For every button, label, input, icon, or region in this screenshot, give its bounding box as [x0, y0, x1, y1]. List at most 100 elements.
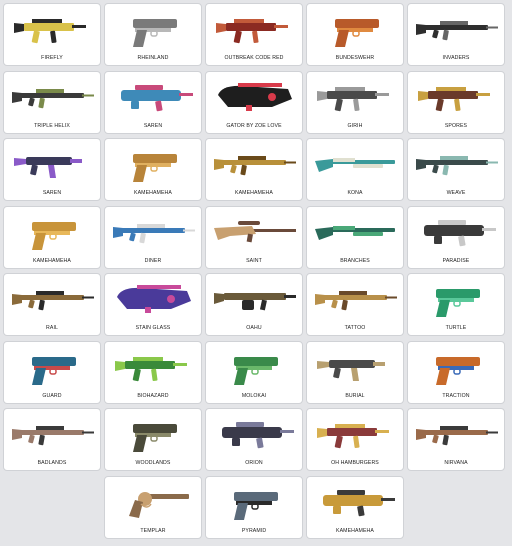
weapon-skin-name: BUNDESWEHR: [335, 55, 375, 61]
weapon-skin-name: PARADISE: [442, 257, 470, 264]
weapon-image: [218, 82, 292, 111]
weapon-skin-name: OUTBREAK CODE RED: [224, 55, 284, 61]
weapon-image: [133, 19, 177, 47]
weapon-skin-name: RHEINLAND: [137, 55, 169, 61]
weapon-skin-card[interactable]: KAMEHAMEHA: [306, 475, 404, 539]
weapon-skin-card[interactable]: SAINT: [205, 205, 303, 269]
weapon-skin-card[interactable]: KONA: [306, 138, 404, 201]
weapon-skin-card[interactable]: RHEINLAND: [104, 3, 202, 66]
weapon-image: [32, 221, 76, 250]
weapon-image: [436, 289, 480, 317]
weapon-skin-name: STAIN GLASS: [135, 325, 171, 331]
weapon-skin-card[interactable]: NIRVANA: [407, 408, 505, 471]
weapon-image: [14, 157, 82, 178]
weapon-skin-name: INVADERS: [442, 55, 470, 61]
weapon-skin-card[interactable]: TATTOO: [306, 273, 404, 336]
weapon-image: [121, 84, 193, 111]
weapon-skin-name: ORION: [245, 460, 263, 466]
weapon-skin-name: WEAVE: [446, 190, 466, 196]
weapon-skin-card[interactable]: RAIL: [3, 273, 101, 336]
weapon-skin-card[interactable]: TURTLE: [407, 273, 505, 336]
weapon-skin-card[interactable]: GIRIH: [306, 70, 404, 134]
weapon-skin-name: BIOHAZARD: [137, 392, 169, 399]
weapon-image: [424, 219, 496, 246]
weapon-skin-name: KONA: [347, 190, 363, 196]
weapon-skin-card[interactable]: STAIN GLASS: [104, 273, 202, 336]
weapon-image: [12, 88, 94, 108]
weapon-skin-name: TEMPLAR: [140, 527, 166, 534]
weapon-skin-card[interactable]: KAMEHAMEHA: [205, 138, 303, 201]
weapon-image: [12, 291, 94, 311]
weapon-skin-card[interactable]: DINER: [104, 205, 202, 269]
weapon-skin-name: GUARD: [42, 392, 62, 399]
weapon-skin-card[interactable]: FIREFLY: [3, 3, 101, 66]
weapon-image: [133, 154, 177, 182]
weapon-skin-name: TATTOO: [344, 325, 366, 331]
weapon-skin-card[interactable]: BIOHAZARD: [104, 340, 202, 404]
weapon-skin-grid: FIREFLY RHEINLAND OUTBREAK CODE RED BUND…: [3, 3, 509, 543]
weapon-image: [317, 424, 389, 449]
weapon-skin-card[interactable]: GUARD: [3, 340, 101, 404]
weapon-skin-name: BRANCHES: [340, 257, 370, 264]
weapon-skin-name: GATOR BY ZOE LOVE: [226, 122, 282, 129]
weapon-image: [214, 293, 296, 311]
weapon-skin-card[interactable]: PYRAMID: [205, 475, 303, 539]
weapon-image: [315, 291, 397, 311]
weapon-skin-name: SPORES: [444, 122, 468, 129]
weapon-skin-card[interactable]: BURIAL: [306, 340, 404, 404]
weapon-image: [117, 285, 191, 313]
weapon-image: [129, 491, 189, 518]
weapon-image: [222, 422, 294, 449]
weapon-skin-card[interactable]: WOODLANDS: [104, 408, 202, 471]
weapon-skin-name: KAMEHAMEHA: [134, 190, 172, 196]
weapon-skin-card[interactable]: OH HAMBURGERS: [306, 408, 404, 471]
weapon-image: [436, 356, 480, 385]
weapon-image: [214, 220, 296, 242]
weapon-image: [12, 426, 94, 446]
weapon-skin-card[interactable]: KAMEHAMEHA: [3, 205, 101, 269]
weapon-skin-card[interactable]: BUNDESWEHR: [306, 3, 404, 66]
weapon-skin-card[interactable]: SAREN: [3, 138, 101, 201]
weapon-image: [113, 223, 195, 243]
weapon-image: [14, 19, 86, 44]
weapon-skin-name: GIRIH: [347, 122, 363, 129]
weapon-skin-name: SAINT: [246, 257, 262, 264]
weapon-skin-card[interactable]: BRANCHES: [306, 205, 404, 269]
weapon-image: [418, 86, 490, 111]
weapon-skin-name: SAREN: [143, 122, 163, 129]
weapon-skin-name: TRIPLE HELIX: [34, 122, 70, 129]
weapon-skin-card[interactable]: OAHU: [205, 273, 303, 336]
weapon-skin-name: FIREFLY: [41, 55, 63, 61]
weapon-skin-name: WOODLANDS: [135, 460, 171, 466]
weapon-skin-card[interactable]: TEMPLAR: [104, 475, 202, 539]
weapon-skin-card[interactable]: INVADERS: [407, 3, 505, 66]
weapon-image: [234, 491, 278, 520]
weapon-image: [315, 225, 395, 240]
weapon-skin-card[interactable]: WEAVE: [407, 138, 505, 201]
weapon-skin-name: DINER: [144, 257, 162, 264]
weapon-skin-card[interactable]: GATOR BY ZOE LOVE: [205, 70, 303, 134]
weapon-image: [323, 489, 395, 516]
weapon-image: [317, 359, 385, 381]
weapon-skin-card[interactable]: MOLOKAI: [205, 340, 303, 404]
weapon-skin-name: TURTLE: [445, 325, 467, 331]
weapon-skin-card[interactable]: ORION: [205, 408, 303, 471]
weapon-skin-card[interactable]: BADLANDS: [3, 408, 101, 471]
weapon-skin-card[interactable]: KAMEHAMEHA: [104, 138, 202, 201]
weapon-skin-name: OH HAMBURGERS: [331, 460, 379, 466]
weapon-skin-card[interactable]: PARADISE: [407, 205, 505, 269]
weapon-skin-card[interactable]: TRIPLE HELIX: [3, 70, 101, 134]
weapon-image: [317, 86, 389, 111]
weapon-image: [234, 356, 278, 385]
weapon-skin-card[interactable]: OUTBREAK CODE RED: [205, 3, 303, 66]
weapon-image: [216, 19, 288, 44]
weapon-skin-name: KAMEHAMEHA: [33, 257, 71, 264]
weapon-skin-name: BADLANDS: [37, 460, 67, 466]
weapon-skin-card[interactable]: SAREN: [104, 70, 202, 134]
weapon-skin-card[interactable]: SPORES: [407, 70, 505, 134]
weapon-skin-name: OAHU: [246, 325, 262, 331]
weapon-skin-card[interactable]: TRACTION: [407, 340, 505, 404]
weapon-skin-name: KAMEHAMEHA: [235, 190, 273, 196]
weapon-skin-name: MOLOKAI: [241, 392, 267, 399]
weapon-image: [416, 156, 498, 176]
